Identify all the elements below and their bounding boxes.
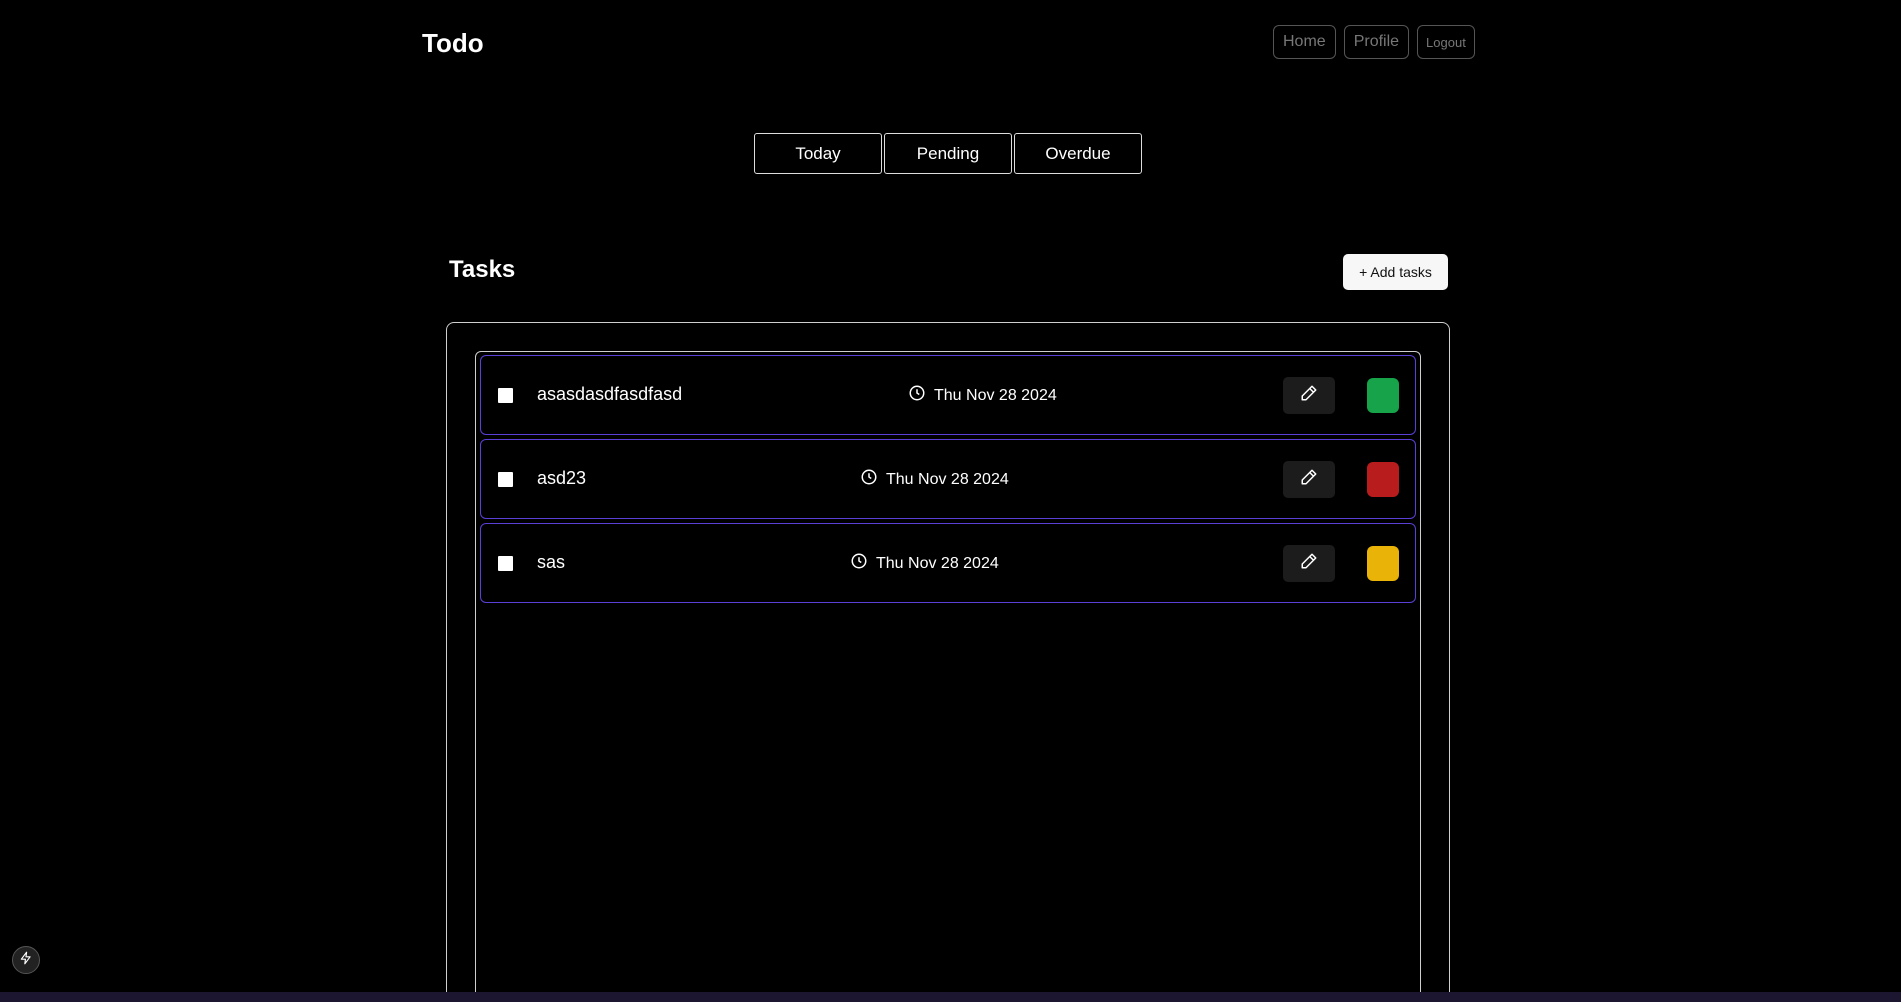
dev-tools-button[interactable] — [12, 946, 40, 974]
clock-icon — [850, 552, 868, 575]
profile-button[interactable]: Profile — [1343, 25, 1410, 59]
edit-task-button[interactable] — [1283, 545, 1335, 582]
logout-button[interactable]: Logout — [1417, 25, 1475, 59]
task-item: asasdasdfasdfasd Thu Nov 28 2024 — [480, 355, 1416, 435]
clock-icon — [860, 468, 878, 491]
bottom-bar — [0, 992, 1901, 1002]
top-nav: Home Profile Logout — [1273, 25, 1475, 59]
edit-task-button[interactable] — [1283, 461, 1335, 498]
task-list: asasdasdfasdfasd Thu Nov 28 2024 asd23 T… — [480, 355, 1416, 607]
edit-task-button[interactable] — [1283, 377, 1335, 414]
tab-today[interactable]: Today — [754, 133, 882, 174]
task-status-indicator[interactable] — [1367, 546, 1399, 581]
task-title: sas — [537, 552, 566, 572]
pencil-icon — [1300, 552, 1318, 575]
tab-pending[interactable]: Pending — [884, 133, 1012, 174]
task-status-indicator[interactable] — [1367, 378, 1399, 413]
add-tasks-button[interactable]: + Add tasks — [1343, 254, 1448, 290]
tab-overdue[interactable]: Overdue — [1014, 133, 1142, 174]
task-checkbox[interactable] — [498, 472, 513, 487]
task-status-indicator[interactable] — [1367, 462, 1399, 497]
home-button[interactable]: Home — [1273, 25, 1336, 59]
task-item: sas Thu Nov 28 2024 — [480, 523, 1416, 603]
task-due-text: Thu Nov 28 2024 — [934, 386, 1057, 404]
tasks-heading: Tasks — [449, 256, 516, 283]
task-due-text: Thu Nov 28 2024 — [886, 470, 1009, 488]
lightning-icon — [19, 951, 33, 970]
page: Todo Home Profile Logout Today Pending O… — [0, 0, 1901, 1002]
task-title: asasdasdfasdfasd — [537, 384, 683, 404]
task-checkbox[interactable] — [498, 388, 513, 403]
task-item: asd23 Thu Nov 28 2024 — [480, 439, 1416, 519]
task-title: asd23 — [537, 468, 587, 488]
task-due-date: Thu Nov 28 2024 — [908, 384, 1057, 407]
pencil-icon — [1300, 384, 1318, 407]
clock-icon — [908, 384, 926, 407]
task-due-text: Thu Nov 28 2024 — [876, 554, 999, 572]
app-brand[interactable]: Todo — [422, 28, 484, 59]
task-due-date: Thu Nov 28 2024 — [850, 552, 999, 575]
task-due-date: Thu Nov 28 2024 — [860, 468, 1009, 491]
pencil-icon — [1300, 468, 1318, 491]
task-checkbox[interactable] — [498, 556, 513, 571]
filter-tabs: Today Pending Overdue — [754, 133, 1142, 174]
